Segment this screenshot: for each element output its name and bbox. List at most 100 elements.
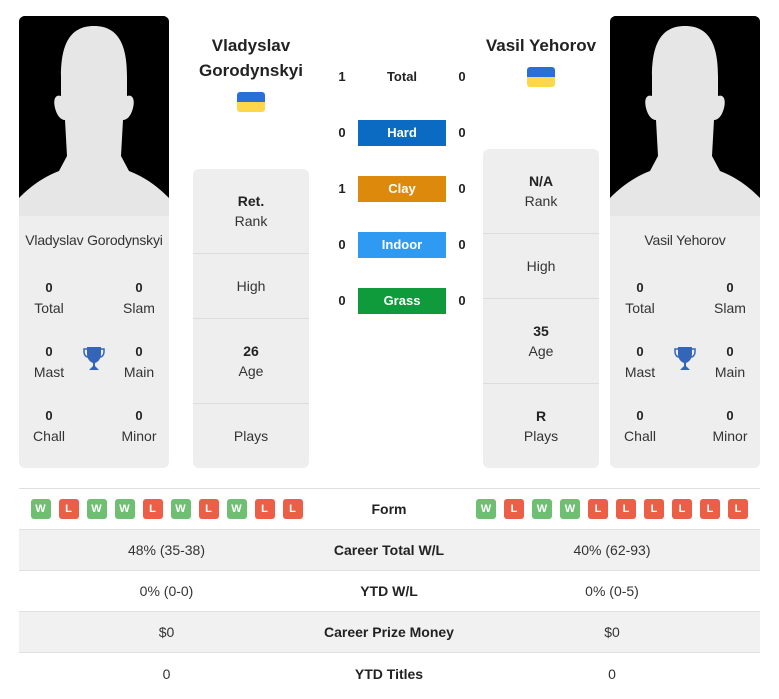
- high-row-left: High: [193, 254, 309, 319]
- form-loss-badge[interactable]: L: [588, 499, 608, 519]
- age-row-right: 35 Age: [483, 299, 599, 384]
- player-photo-left[interactable]: [19, 16, 169, 216]
- player-name-left[interactable]: Vladyslav Gorodynskyi: [185, 33, 317, 83]
- form-loss-badge[interactable]: L: [644, 499, 664, 519]
- surface-indoor-badge[interactable]: Indoor: [358, 232, 446, 258]
- h2h-total-label: Total: [386, 69, 418, 84]
- player-card-name-left[interactable]: Vladyslav Gorodynskyi: [19, 232, 169, 248]
- surface-clay-badge[interactable]: Clay: [358, 176, 446, 202]
- titles-mast-label: Mast: [624, 364, 656, 380]
- h2h-indoor-right: 0: [458, 237, 466, 252]
- titles-mast-label: Mast: [33, 364, 65, 380]
- info-box-right: N/A Rank High 35 Age R Plays: [483, 149, 599, 468]
- h2h-clay-row: 1 Clay 0: [330, 176, 475, 204]
- form-loss-badge[interactable]: L: [616, 499, 636, 519]
- form-win-badge[interactable]: W: [560, 499, 580, 519]
- player-name-right[interactable]: Vasil Yehorov: [470, 33, 612, 58]
- age-label-right: Age: [528, 343, 554, 359]
- career-wl-right: 40% (62-93): [573, 542, 651, 558]
- h2h-clay-right: 0: [458, 181, 466, 196]
- titles-chall-value: 0: [636, 408, 644, 423]
- titles-slam-right: 0 Slam: [700, 278, 760, 318]
- form-loss-badge[interactable]: L: [198, 499, 219, 519]
- form-loss-badge[interactable]: L: [142, 499, 163, 519]
- titles-chall-label: Chall: [624, 428, 656, 444]
- plays-label-left: Plays: [233, 428, 269, 444]
- titles-chall-left: 0 Chall: [19, 406, 79, 446]
- h2h-clay-left: 1: [338, 181, 346, 196]
- titles-main-value: 0: [135, 344, 143, 359]
- plays-label-right: Plays: [523, 428, 559, 444]
- ytd-titles-row: 0 YTD Titles 0: [19, 653, 760, 694]
- h2h-total-left: 1: [338, 69, 346, 84]
- titles-mast-value: 0: [45, 344, 53, 359]
- titles-main-left: 0 Main: [109, 342, 169, 382]
- titles-minor-value: 0: [726, 408, 734, 423]
- form-win-badge[interactable]: W: [476, 499, 496, 519]
- form-win-badge[interactable]: W: [532, 499, 552, 519]
- age-value-left: 26: [243, 343, 259, 359]
- ytd-wl-label: YTD W/L: [360, 583, 418, 599]
- form-loss-badge[interactable]: L: [282, 499, 303, 519]
- titles-main-label: Main: [714, 364, 746, 380]
- titles-total-label: Total: [625, 300, 655, 316]
- titles-minor-right: 0 Minor: [700, 406, 760, 446]
- titles-main-label: Main: [123, 364, 155, 380]
- rank-label-right: Rank: [524, 193, 558, 209]
- player-card-right: Vasil Yehorov 0 Total 0 Slam 0 Mast 0 Ma…: [610, 16, 760, 468]
- titles-main-value: 0: [726, 344, 734, 359]
- age-label-left: Age: [238, 363, 264, 379]
- career-wl-left: 48% (35-38): [127, 542, 206, 558]
- form-loss-badge[interactable]: L: [254, 499, 275, 519]
- age-row-left: 26 Age: [193, 319, 309, 404]
- titles-slam-value: 0: [726, 280, 734, 295]
- titles-minor-label: Minor: [121, 428, 157, 444]
- ytd-titles-left: 0: [162, 665, 171, 682]
- prize-money-left: $0: [158, 624, 175, 640]
- titles-total-label: Total: [34, 300, 64, 316]
- form-win-badge[interactable]: W: [170, 499, 191, 519]
- age-value-right: 35: [533, 323, 549, 339]
- h2h-indoor-left: 0: [338, 237, 346, 252]
- form-loss-badge[interactable]: L: [672, 499, 692, 519]
- form-win-badge[interactable]: W: [226, 499, 247, 519]
- silhouette-icon: [19, 16, 169, 216]
- player-photo-right[interactable]: [610, 16, 760, 216]
- titles-chall-value: 0: [45, 408, 53, 423]
- rank-row-right: N/A Rank: [483, 149, 599, 234]
- form-row: WLWWLWLWLL Form WLWWLLLLLL: [19, 489, 760, 530]
- player-card-left: Vladyslav Gorodynskyi 0 Total 0 Slam 0 M…: [19, 16, 169, 468]
- player-name-left-line2: Gorodynskyi: [199, 61, 303, 80]
- player-card-name-right[interactable]: Vasil Yehorov: [610, 232, 760, 248]
- form-win-badge[interactable]: W: [114, 499, 135, 519]
- titles-mast-value: 0: [636, 344, 644, 359]
- form-win-badge[interactable]: W: [30, 499, 51, 519]
- prize-money-right: $0: [604, 624, 620, 640]
- titles-chall-label: Chall: [33, 428, 65, 444]
- ukraine-flag-icon: [237, 92, 265, 112]
- form-loss-badge[interactable]: L: [728, 499, 748, 519]
- form-loss-badge[interactable]: L: [58, 499, 79, 519]
- prize-money-label: Career Prize Money: [324, 624, 454, 640]
- form-win-badge[interactable]: W: [86, 499, 107, 519]
- info-box-left: Ret. Rank High 26 Age Plays: [193, 169, 309, 468]
- trophy-icon: [83, 347, 105, 370]
- titles-total-right: 0 Total: [610, 278, 670, 318]
- surface-hard-badge[interactable]: Hard: [358, 120, 446, 146]
- ukraine-flag-icon: [527, 67, 555, 87]
- rank-row-left: Ret. Rank: [193, 169, 309, 254]
- titles-total-left: 0 Total: [19, 278, 79, 318]
- career-wl-row: 48% (35-38) Career Total W/L 40% (62-93): [19, 530, 760, 571]
- form-loss-badge[interactable]: L: [700, 499, 720, 519]
- h2h-indoor-row: 0 Indoor 0: [330, 232, 475, 260]
- titles-chall-right: 0 Chall: [610, 406, 670, 446]
- ytd-wl-left: 0% (0-0): [139, 583, 194, 599]
- career-wl-label: Career Total W/L: [333, 542, 445, 558]
- titles-mast-right: 0 Mast: [610, 342, 670, 382]
- ytd-wl-row: 0% (0-0) YTD W/L 0% (0-5): [19, 571, 760, 612]
- form-loss-badge[interactable]: L: [504, 499, 524, 519]
- comparison-table: WLWWLWLWLL Form WLWWLLLLLL 48% (35-38) C…: [19, 488, 760, 694]
- plays-row-left: Plays: [193, 404, 309, 468]
- surface-grass-badge[interactable]: Grass: [358, 288, 446, 314]
- rank-label-left: Rank: [234, 213, 268, 229]
